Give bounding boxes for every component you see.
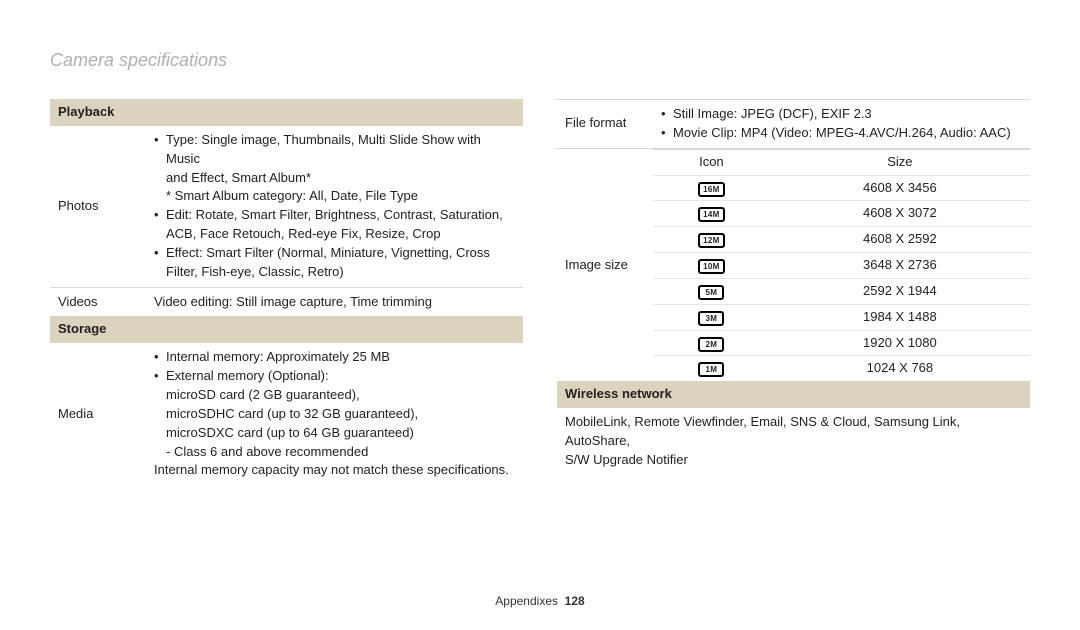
- imagesize-size-cell: 2592 X 1944: [770, 278, 1030, 304]
- row-value-fileformat: Still Image: JPEG (DCF), EXIF 2.3 Movie …: [653, 100, 1030, 149]
- imagesize-row: 1M 1024 X 768: [653, 356, 1030, 381]
- row-value-videos: Video editing: Still image capture, Time…: [146, 287, 523, 316]
- row-value-wireless: MobileLink, Remote Viewfinder, Email, SN…: [557, 408, 1030, 475]
- imagesize-icon-cell: 12M: [653, 227, 770, 253]
- imagesize-table: Icon Size 16M4608 X 3456 14M4608 X 3072 …: [653, 149, 1030, 382]
- left-table: Playback Photos Type: Single image, Thum…: [50, 99, 523, 485]
- section-header-wireless-label: Wireless network: [557, 381, 1030, 408]
- size-icon: 12M: [698, 233, 724, 248]
- size-icon: 1M: [698, 362, 724, 377]
- page-title: Camera specifications: [50, 50, 1030, 71]
- imagesize-size-cell: 1984 X 1488: [770, 304, 1030, 330]
- section-header-wireless: Wireless network: [557, 381, 1030, 408]
- imagesize-row: 5M 2592 X 1944: [653, 278, 1030, 304]
- photos-type: Type: Single image, Thumbnails, Multi Sl…: [154, 131, 515, 206]
- imagesize-icon-cell: 2M: [653, 330, 770, 356]
- wireless-l1: MobileLink, Remote Viewfinder, Email, SN…: [565, 414, 960, 448]
- row-value-photos: Type: Single image, Thumbnails, Multi Sl…: [146, 126, 523, 287]
- imagesize-size-cell: 4608 X 2592: [770, 227, 1030, 253]
- imagesize-size-cell: 4608 X 3456: [770, 175, 1030, 201]
- row-value-media: Internal memory: Approximately 25 MB Ext…: [146, 343, 523, 485]
- wireless-l2: S/W Upgrade Notifier: [565, 452, 688, 467]
- size-icon: 10M: [698, 259, 724, 274]
- photos-type-l1: Type: Single image, Thumbnails, Multi Sl…: [166, 132, 481, 166]
- row-label-photos: Photos: [50, 126, 146, 287]
- media-internal: Internal memory: Approximately 25 MB: [154, 348, 515, 367]
- photos-bullets: Type: Single image, Thumbnails, Multi Sl…: [154, 131, 515, 282]
- imagesize-row: 3M 1984 X 1488: [653, 304, 1030, 330]
- size-icon: 14M: [698, 207, 724, 222]
- row-label-videos: Videos: [50, 287, 146, 316]
- size-icon: 3M: [698, 311, 724, 326]
- media-ext-l3: microSDXC card (up to 64 GB guaranteed): [166, 425, 414, 440]
- row-fileformat: File format Still Image: JPEG (DCF), EXI…: [557, 100, 1030, 149]
- imagesize-head-row: Icon Size: [653, 149, 1030, 175]
- photos-effect-l1: Effect: Smart Filter (Normal, Miniature,…: [166, 245, 490, 260]
- size-icon: 16M: [698, 182, 724, 197]
- size-icon: 2M: [698, 337, 724, 352]
- section-header-storage-label: Storage: [50, 316, 523, 343]
- fileformat-b1: Still Image: JPEG (DCF), EXIF 2.3: [661, 105, 1022, 124]
- photos-type-l2: and Effect, Smart Album*: [166, 170, 311, 185]
- imagesize-head-size: Size: [770, 149, 1030, 175]
- media-note: Internal memory capacity may not match t…: [154, 461, 515, 480]
- right-column: File format Still Image: JPEG (DCF), EXI…: [557, 99, 1030, 485]
- row-label-media: Media: [50, 343, 146, 485]
- imagesize-row: 2M 1920 X 1080: [653, 330, 1030, 356]
- page: Camera specifications Playback Photos Ty…: [0, 0, 1080, 630]
- media-ext-l4: - Class 6 and above recommended: [166, 444, 368, 459]
- row-wireless: MobileLink, Remote Viewfinder, Email, SN…: [557, 408, 1030, 475]
- imagesize-icon-cell: 14M: [653, 201, 770, 227]
- right-table: File format Still Image: JPEG (DCF), EXI…: [557, 99, 1030, 475]
- imagesize-size-cell: 1024 X 768: [770, 356, 1030, 381]
- row-label-fileformat: File format: [557, 100, 653, 149]
- row-value-imagesize: Icon Size 16M4608 X 3456 14M4608 X 3072 …: [653, 148, 1030, 381]
- photos-effect: Effect: Smart Filter (Normal, Miniature,…: [154, 244, 515, 282]
- footer-section: Appendixes: [495, 594, 558, 608]
- content-columns: Playback Photos Type: Single image, Thum…: [50, 99, 1030, 485]
- row-label-imagesize: Image size: [557, 148, 653, 381]
- photos-edit-l1: Edit: Rotate, Smart Filter, Brightness, …: [166, 207, 503, 222]
- photos-type-note: * Smart Album category: All, Date, File …: [166, 188, 418, 203]
- photos-effect-l2: Filter, Fish-eye, Classic, Retro): [166, 264, 344, 279]
- section-header-playback-label: Playback: [50, 99, 523, 126]
- row-media: Media Internal memory: Approximately 25 …: [50, 343, 523, 485]
- imagesize-head-icon: Icon: [653, 149, 770, 175]
- footer-page-number: 128: [565, 594, 585, 608]
- section-header-storage: Storage: [50, 316, 523, 343]
- imagesize-row: 14M 4608 X 3072: [653, 201, 1030, 227]
- photos-edit: Edit: Rotate, Smart Filter, Brightness, …: [154, 206, 515, 244]
- imagesize-icon-cell: 16M: [653, 175, 770, 201]
- size-icon: 5M: [698, 285, 724, 300]
- section-header-playback: Playback: [50, 99, 523, 126]
- fileformat-bullets: Still Image: JPEG (DCF), EXIF 2.3 Movie …: [661, 105, 1022, 143]
- media-ext-head: External memory (Optional):: [166, 368, 329, 383]
- row-videos: Videos Video editing: Still image captur…: [50, 287, 523, 316]
- media-ext-l2: microSDHC card (up to 32 GB guaranteed),: [166, 406, 418, 421]
- media-ext-l1: microSD card (2 GB guaranteed),: [166, 387, 360, 402]
- imagesize-size-cell: 4608 X 3072: [770, 201, 1030, 227]
- imagesize-row: 10M 3648 X 2736: [653, 253, 1030, 279]
- media-external: External memory (Optional): microSD card…: [154, 367, 515, 461]
- imagesize-icon-cell: 5M: [653, 278, 770, 304]
- fileformat-b2: Movie Clip: MP4 (Video: MPEG-4.AVC/H.264…: [661, 124, 1022, 143]
- imagesize-icon-cell: 3M: [653, 304, 770, 330]
- row-photos: Photos Type: Single image, Thumbnails, M…: [50, 126, 523, 287]
- imagesize-size-cell: 3648 X 2736: [770, 253, 1030, 279]
- imagesize-icon-cell: 1M: [653, 356, 770, 381]
- left-column: Playback Photos Type: Single image, Thum…: [50, 99, 523, 485]
- row-imagesize: Image size Icon Size 16M 4608 X 3456 14M 4…: [557, 148, 1030, 381]
- imagesize-row: 16M 4608 X 3456: [653, 175, 1030, 201]
- imagesize-icon-cell: 10M: [653, 253, 770, 279]
- photos-edit-l2: ACB, Face Retouch, Red-eye Fix, Resize, …: [166, 226, 441, 241]
- imagesize-size-cell: 1920 X 1080: [770, 330, 1030, 356]
- imagesize-row: 12M 4608 X 2592: [653, 227, 1030, 253]
- media-bullets: Internal memory: Approximately 25 MB Ext…: [154, 348, 515, 461]
- footer: Appendixes 128: [0, 594, 1080, 608]
